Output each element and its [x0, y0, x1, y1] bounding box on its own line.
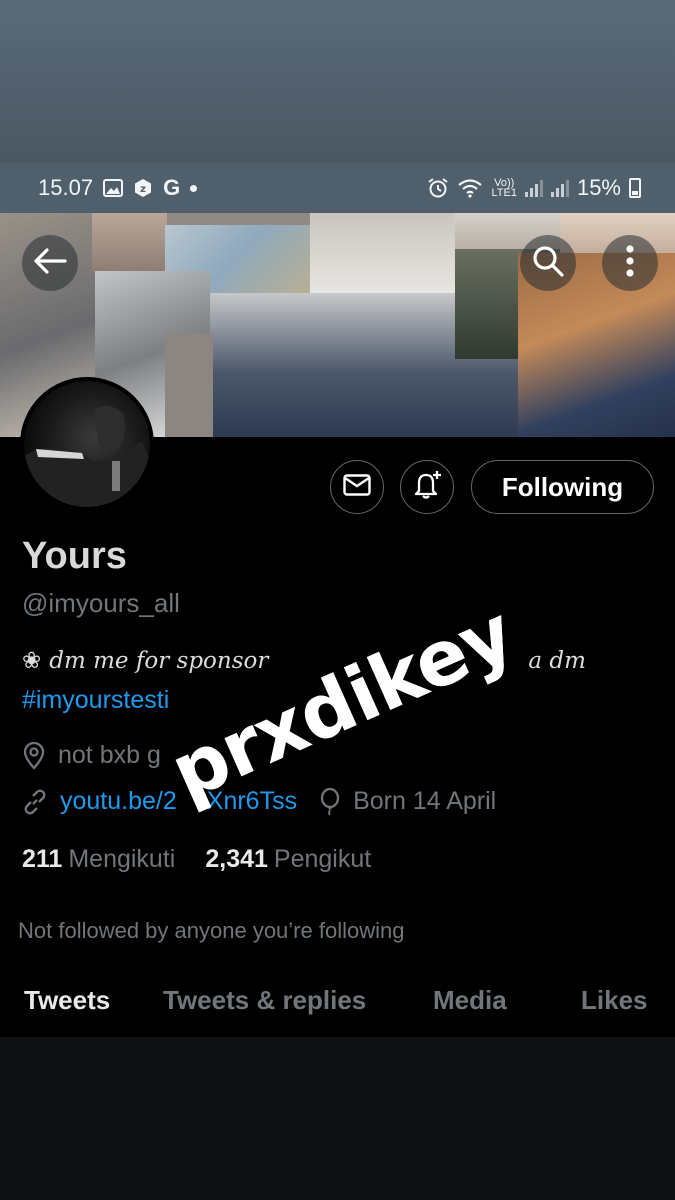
bottom-background	[0, 1037, 675, 1200]
svg-text:z: z	[140, 184, 146, 195]
location-row: not bxb g	[22, 741, 161, 770]
banner-photo	[310, 213, 455, 293]
avatar[interactable]	[20, 377, 154, 511]
location-pin-icon	[22, 741, 46, 770]
following-button[interactable]: Following	[471, 460, 654, 514]
followers-label: Pengikut	[273, 845, 372, 873]
arrow-left-icon	[33, 247, 67, 280]
following-count: 211	[22, 845, 63, 873]
follow-stats: 211 Mengikuti 2,341 Pengikut	[22, 845, 371, 874]
more-options-button[interactable]	[602, 235, 658, 291]
following-label: Mengikuti	[68, 845, 176, 873]
link-icon	[22, 789, 48, 815]
followed-by-note: Not followed by anyone you’re following	[18, 918, 405, 943]
flower-icon: ❀	[22, 648, 42, 674]
tab-likes[interactable]: Likes	[581, 985, 648, 1016]
following-count-link[interactable]: 211 Mengikuti	[22, 845, 175, 874]
notification-dot-icon	[190, 184, 198, 192]
tab-tweets[interactable]: Tweets	[24, 985, 110, 1016]
username-handle: @imyours_all	[22, 588, 180, 618]
bio-end: a dm	[528, 648, 586, 674]
profile-tabs: Tweets Tweets & replies Media Likes	[0, 985, 675, 1029]
search-icon	[531, 244, 565, 283]
banner-photo	[165, 333, 213, 437]
envelope-icon	[343, 473, 371, 501]
signal-2-icon	[550, 179, 569, 197]
back-button[interactable]	[22, 235, 78, 291]
top-background	[0, 0, 675, 163]
bio-hashtag-link[interactable]: #imyourstesti	[22, 686, 169, 715]
search-button[interactable]	[520, 235, 576, 291]
zalo-icon: z	[133, 178, 153, 198]
followers-count-link[interactable]: 2,341 Pengikut	[205, 845, 371, 874]
lte-label: LTE1	[491, 187, 517, 199]
profile-link[interactable]: youtu.be/2	[60, 787, 177, 816]
more-vertical-icon	[625, 244, 635, 283]
battery-percent: 15%	[576, 175, 621, 200]
banner-photo	[92, 213, 167, 273]
bell-plus-icon	[411, 469, 443, 506]
wifi-icon	[457, 178, 483, 198]
battery-icon	[629, 178, 641, 198]
gallery-icon	[103, 179, 124, 197]
status-bar: 15.07 z G Vo)) LTE1 15%	[0, 163, 675, 213]
location-text: not bxb g	[58, 741, 161, 769]
signal-1-icon	[524, 179, 543, 197]
notifications-button[interactable]	[400, 460, 454, 514]
status-time: 15.07	[38, 175, 94, 200]
message-button[interactable]	[330, 460, 384, 514]
alarm-icon	[427, 177, 449, 199]
google-icon: G	[163, 175, 181, 200]
tab-media[interactable]: Media	[433, 985, 507, 1016]
volte-indicator: Vo)) LTE1	[491, 178, 517, 199]
display-name: Yours	[22, 535, 127, 577]
tab-tweets-and-replies[interactable]: Tweets & replies	[163, 985, 366, 1016]
